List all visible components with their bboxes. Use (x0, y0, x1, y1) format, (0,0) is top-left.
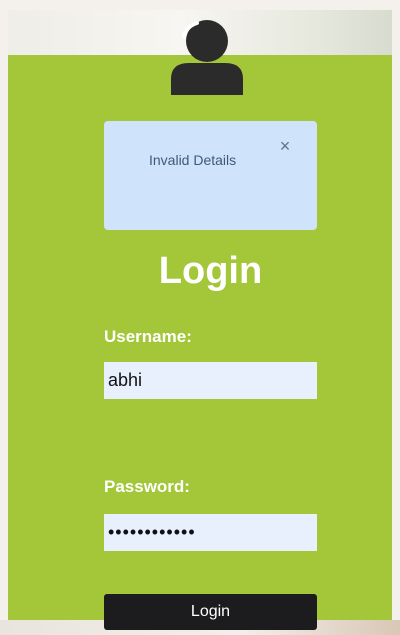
login-page: Invalid Details × Login Username: Passwo… (0, 0, 400, 635)
login-button[interactable]: Login (104, 594, 317, 630)
password-input[interactable] (104, 514, 317, 551)
page-title: Login (158, 250, 263, 292)
user-avatar-icon (171, 20, 243, 95)
password-label: Password: (104, 477, 190, 496)
alert-message: Invalid Details (149, 152, 237, 168)
username-label: Username: (104, 327, 192, 346)
error-alert: Invalid Details × (104, 121, 317, 230)
username-input[interactable] (104, 362, 317, 399)
close-icon[interactable]: × (276, 137, 294, 155)
